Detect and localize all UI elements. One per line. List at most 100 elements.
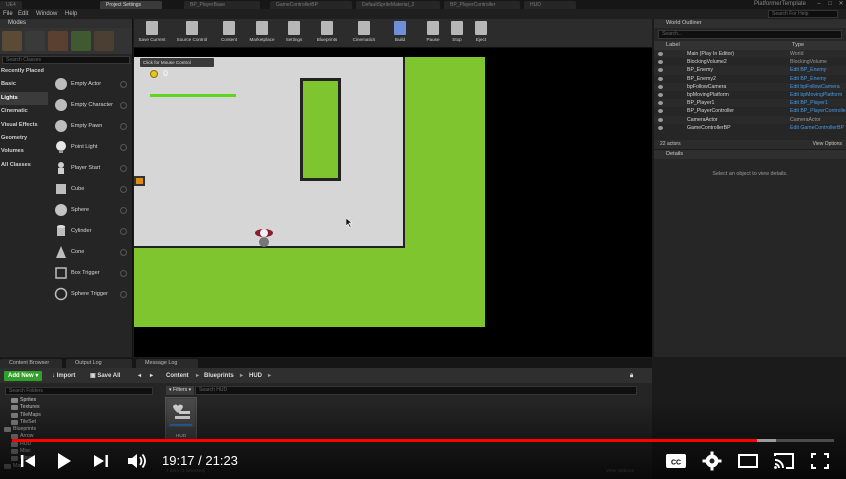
content-button[interactable]: Content [216,20,242,47]
volume-icon[interactable] [125,450,149,472]
category-volumes[interactable]: Volumes [0,145,48,158]
visibility-eye-icon[interactable] [658,52,663,56]
mouse-control-banner[interactable]: Click for Mouse Control [140,58,214,67]
landscape-mode-icon[interactable] [48,31,68,51]
outliner-row[interactable]: BP_Player1 Edit BP_Player1 [654,99,846,108]
outliner-row[interactable]: bpMovingPlatform Edit bpMovingPlatform [654,91,846,99]
info-icon[interactable] [120,207,127,214]
subtitles-icon[interactable]: CC [664,450,688,472]
minimize-icon[interactable]: – [814,0,824,9]
outliner-row[interactable]: BlockingVolume2 BlockingVolume [654,58,846,66]
actor-item[interactable]: Empty Actor [49,74,132,95]
info-icon[interactable] [120,81,127,88]
settings-button[interactable]: Settings [280,20,308,47]
outliner-row-type[interactable]: Edit bpMovingPlatform [790,91,842,99]
category-visual-effects[interactable]: Visual Effects [0,119,48,132]
category-basic[interactable]: Basic [0,78,48,91]
marketplace-button[interactable]: Marketplace [244,20,280,47]
breadcrumb-hud[interactable]: HUD [249,371,262,381]
visibility-eye-icon[interactable] [658,109,663,114]
game-viewport[interactable]: Click for Mouse Control 0 [134,48,652,357]
outliner-row-type[interactable]: Edit BP_Player1 [790,99,828,107]
tab-content-browser[interactable]: Content Browser [0,359,62,368]
info-icon[interactable] [120,291,127,298]
blueprints-button[interactable]: Blueprints [312,20,342,47]
info-icon[interactable] [120,123,127,130]
category-geometry[interactable]: Geometry [0,132,48,145]
cast-icon[interactable] [772,450,796,472]
outliner-row-type[interactable]: Edit GameControllerBP [790,124,844,132]
outliner-row[interactable]: Main (Play In Editor) World [654,50,846,59]
asset-search-input[interactable]: Search HUD [195,386,637,395]
view-options-button[interactable]: View Options [813,140,842,149]
filters-button[interactable]: ▾ Filters ▾ [166,386,195,395]
visibility-eye-icon[interactable] [658,92,663,97]
actor-item[interactable]: Cube [49,179,132,200]
back-icon[interactable]: ◂ [138,371,141,381]
visibility-eye-icon[interactable] [658,76,663,81]
visibility-eye-icon[interactable] [658,117,663,122]
tab-output-log[interactable]: Output Log [66,359,132,368]
build-button[interactable]: Build [388,20,412,47]
info-icon[interactable] [120,228,127,235]
info-icon[interactable] [120,270,127,277]
visibility-eye-icon[interactable] [658,68,663,73]
tab-ue4[interactable]: UE4 [0,1,22,9]
stop-button[interactable]: Stop [446,20,468,47]
actor-item[interactable]: Sphere Trigger [49,284,132,305]
help-search-input[interactable]: Search For Help [768,10,838,18]
outliner-row-type[interactable]: Edit BP_Enemy [790,66,826,74]
tab-message-log[interactable]: Message Log [136,359,198,368]
outliner-row[interactable]: BP_Enemy2 Edit BP_Enemy [654,75,846,83]
outliner-row[interactable]: GameControllerBP Edit GameControllerBP [654,124,846,132]
outliner-row[interactable]: BP_PlayerController Edit BP_PlayerControl… [654,107,846,115]
geometry-mode-icon[interactable] [94,31,114,51]
fullscreen-icon[interactable] [808,450,832,472]
actor-item[interactable]: Cylinder [49,221,132,242]
category-lights[interactable]: Lights [0,91,48,106]
eject-button[interactable]: Eject [470,20,492,47]
foliage-mode-icon[interactable] [71,31,91,51]
source-control-button[interactable]: Source Control [172,20,212,47]
actor-item[interactable]: Empty Pawn [49,116,132,137]
breadcrumb-content[interactable]: Content [166,371,189,381]
info-icon[interactable] [120,102,127,109]
menu-file[interactable]: File [3,9,13,19]
category-all-classes[interactable]: All Classes [0,159,48,172]
progress-bar[interactable] [12,439,834,442]
close-icon[interactable]: ✕ [836,0,846,9]
actor-item[interactable]: Sphere [49,200,132,221]
breadcrumb-blueprints[interactable]: Blueprints [204,371,234,381]
play-icon[interactable] [52,450,76,472]
forward-icon[interactable]: ▸ [150,371,153,381]
settings-gear-icon[interactable] [700,450,724,472]
cinematics-button[interactable]: Cinematics [346,20,382,47]
maximize-icon[interactable]: □ [825,0,835,9]
place-mode-icon[interactable] [2,31,22,51]
next-icon[interactable] [89,450,113,472]
actor-item[interactable]: Empty Character [49,95,132,116]
actor-item[interactable]: Cone [49,242,132,263]
actor-item[interactable]: Box Trigger [49,263,132,284]
outliner-row-type[interactable]: Edit BP_Enemy [790,75,826,83]
visibility-eye-icon[interactable] [658,60,663,65]
import-button[interactable]: ↓ Import [52,371,75,381]
visibility-eye-icon[interactable] [658,84,663,89]
pause-button[interactable]: Pause [422,20,444,47]
menu-window[interactable]: Window [36,9,57,19]
outliner-row[interactable]: bpFollowCamera Edit bpFollowCamera [654,82,846,91]
lock-icon[interactable]: 🔒︎ [630,371,633,381]
outliner-row-type[interactable]: Edit bpFollowCamera [790,83,840,91]
info-icon[interactable] [120,186,127,193]
tab-bp-playerbase[interactable]: BP_PlayerBase [184,1,260,9]
paint-mode-icon[interactable] [25,31,45,51]
visibility-eye-icon[interactable] [658,125,663,130]
category-cinematic[interactable]: Cinematic [0,105,48,118]
folder-search-input[interactable]: Search Folders [5,387,153,395]
category-recently-placed[interactable]: Recently Placed [0,65,48,78]
tab-hud[interactable]: HUD [524,1,576,9]
menu-help[interactable]: Help [65,9,77,19]
save-all-button[interactable]: ▣ Save All [90,371,120,381]
tab-gamecontrollerbp[interactable]: GameControllerBP [270,1,352,9]
outliner-row[interactable]: BP_Enemy Edit BP_Enemy [654,66,846,75]
